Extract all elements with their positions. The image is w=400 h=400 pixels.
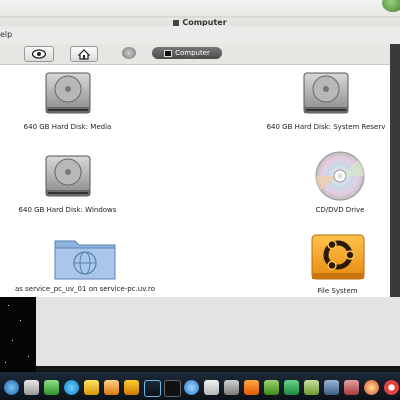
tile-icon[interactable] xyxy=(284,380,299,395)
vlc-icon[interactable] xyxy=(244,380,259,395)
lightning-icon[interactable] xyxy=(84,380,99,395)
star-dot xyxy=(5,362,6,363)
grid-icon[interactable] xyxy=(324,380,339,395)
drive-label: 640 GB Hard Disk: System Reserv xyxy=(266,123,386,131)
hard-disk-icon xyxy=(45,155,90,197)
skype-icon[interactable] xyxy=(64,380,79,395)
drive-label: File System xyxy=(317,287,358,295)
view-toggle-button[interactable] xyxy=(24,46,54,62)
share-label: as service_pc_uv_01 on service-pc.uv.ro xyxy=(14,285,156,293)
drive-item-cd-dvd[interactable]: CD/DVD Drive xyxy=(290,150,390,214)
home-icon xyxy=(78,48,90,60)
ubuntu-drive-icon xyxy=(311,234,364,280)
terminal-icon[interactable] xyxy=(164,380,181,397)
mail-icon[interactable] xyxy=(24,380,39,395)
globe-icon[interactable] xyxy=(4,380,19,395)
drive-label: 640 GB Hard Disk: Windows xyxy=(18,206,117,214)
warning-icon[interactable] xyxy=(124,380,139,395)
desktop-orb xyxy=(382,0,400,12)
breadcrumb-label: Computer xyxy=(175,49,210,57)
chat-icon[interactable] xyxy=(44,380,59,395)
lower-window-area xyxy=(36,297,400,366)
home-button[interactable] xyxy=(70,46,98,62)
network-share-icon xyxy=(54,240,116,280)
drive-item-system-reserved[interactable]: 640 GB Hard Disk: System Reserv xyxy=(262,69,390,131)
file-view: 640 GB Hard Disk: Media 640 GB Hard Disk… xyxy=(0,65,390,297)
checkbox-icon[interactable] xyxy=(204,380,219,395)
eye-icon xyxy=(32,49,46,59)
menubar: elp xyxy=(0,26,400,44)
dots-icon[interactable] xyxy=(344,380,359,395)
settings-icon[interactable] xyxy=(224,380,239,395)
tile-icon[interactable] xyxy=(304,380,319,395)
drive-item-media[interactable]: 640 GB Hard Disk: Media xyxy=(15,69,120,131)
desktop-background xyxy=(0,297,36,372)
star-dot xyxy=(20,320,21,321)
computer-icon xyxy=(173,19,180,26)
computer-icon xyxy=(164,49,173,57)
drive-label: CD/DVD Drive xyxy=(315,206,365,214)
star-dot xyxy=(12,340,13,341)
lifebuoy-icon[interactable] xyxy=(384,380,399,395)
tile-icon[interactable] xyxy=(264,380,279,395)
hard-disk-icon xyxy=(303,72,349,114)
drive-location-icon[interactable] xyxy=(122,47,136,59)
file-system-item[interactable]: File System xyxy=(285,233,390,295)
toolbar: Computer xyxy=(0,44,400,65)
star-dot xyxy=(8,305,9,306)
triangle-icon[interactable] xyxy=(104,380,119,395)
network-share-item[interactable]: as service_pc_uv_01 on service-pc.uv.ro xyxy=(0,235,170,293)
drive-label: 640 GB Hard Disk: Media xyxy=(23,123,112,131)
hard-disk-icon xyxy=(45,72,90,114)
dock xyxy=(0,372,400,400)
star-dot xyxy=(28,356,29,357)
bluetooth-icon[interactable] xyxy=(184,380,199,395)
wifi-icon[interactable] xyxy=(144,380,161,397)
scroll-gutter[interactable] xyxy=(390,44,400,300)
chrome-icon[interactable] xyxy=(364,380,379,395)
cd-dvd-icon xyxy=(315,151,365,201)
drive-item-windows[interactable]: 640 GB Hard Disk: Windows xyxy=(15,152,120,214)
menu-help[interactable]: elp xyxy=(0,30,12,39)
breadcrumb-computer[interactable]: Computer xyxy=(152,47,222,59)
